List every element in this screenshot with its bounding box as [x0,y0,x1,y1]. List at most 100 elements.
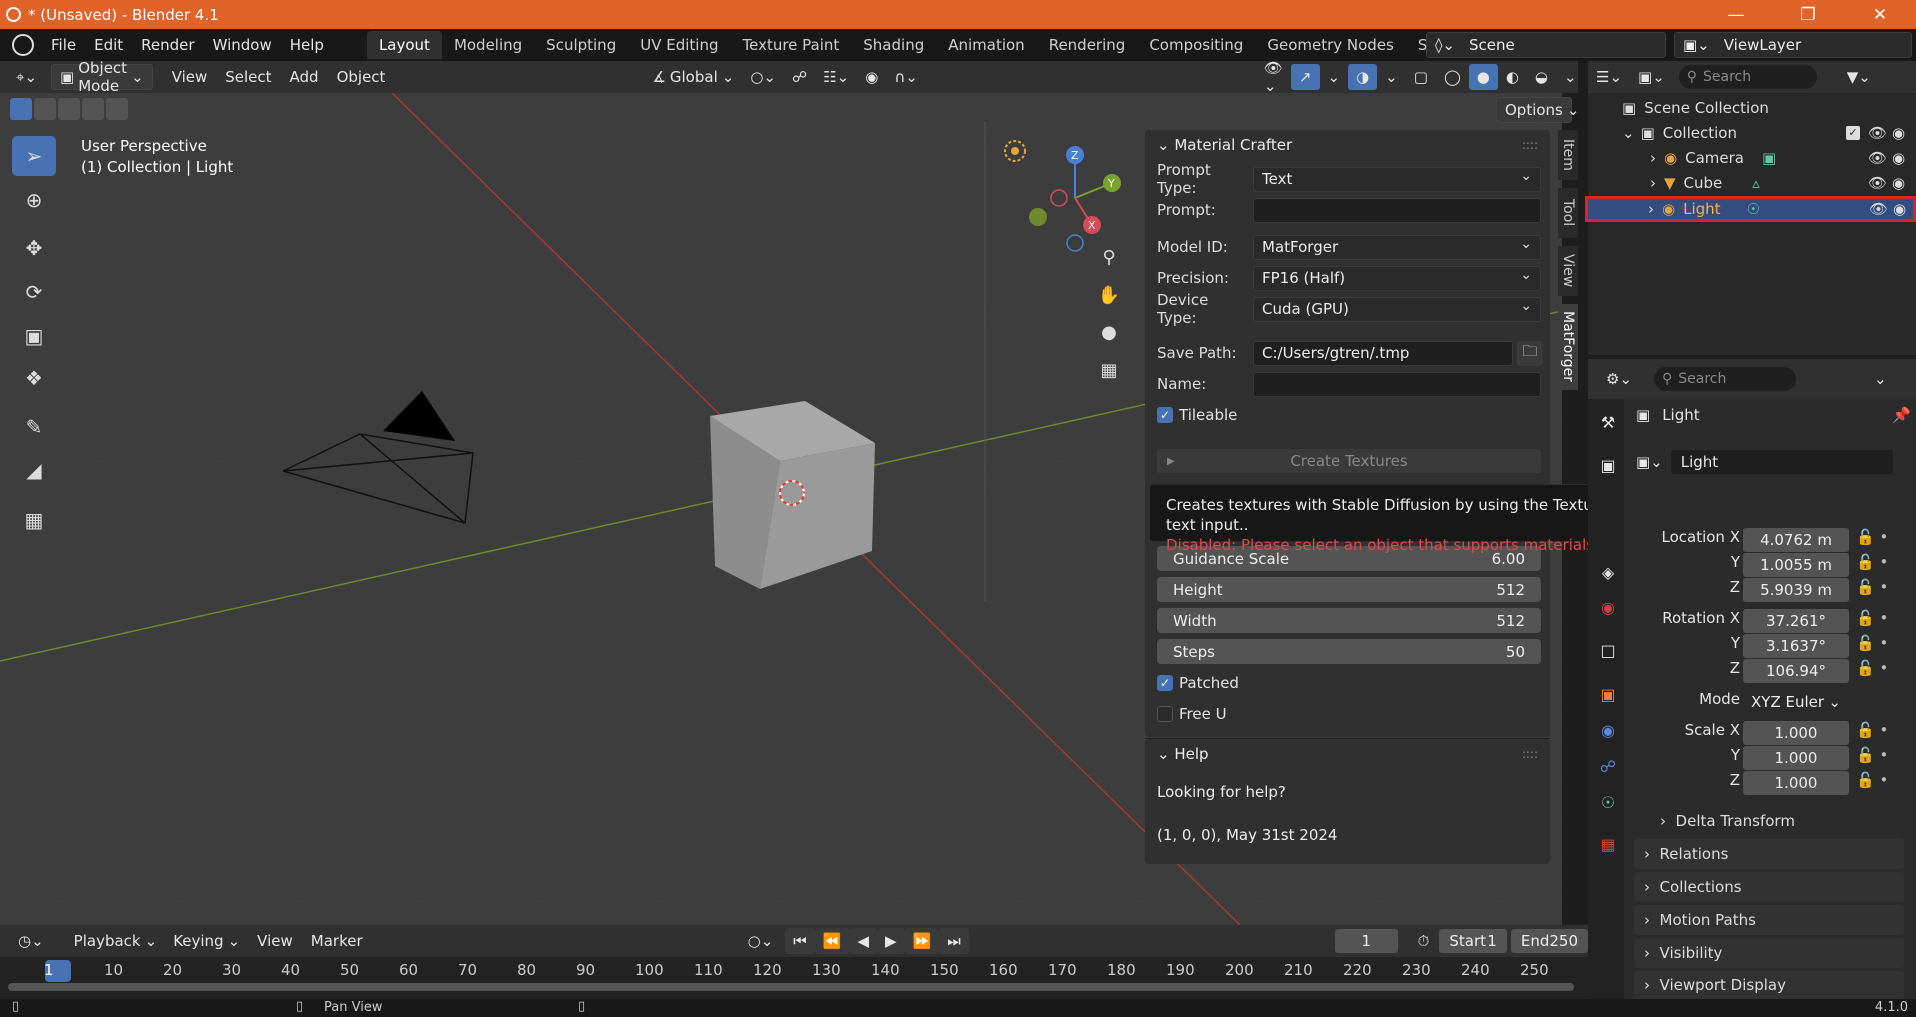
object-properties-icon[interactable]: ▣ [1598,684,1618,704]
filter-icon[interactable]: ▼⌄ [1839,64,1879,90]
render-camera-icon[interactable]: ◉ [1892,149,1905,167]
precision-dropdown[interactable]: FP16 (Half) [1253,265,1541,291]
visibility-eye-icon[interactable]: 👁 [1868,174,1887,192]
outliner-item-light[interactable]: › ◉ Light ☉ 👁 ◉ [1585,196,1916,222]
tab-modeling[interactable]: Modeling [442,31,534,59]
playback-menu[interactable]: Playback ⌄ [66,928,166,954]
outliner-display-mode-icon[interactable]: ▣⌄ [1630,64,1673,90]
save-path-input[interactable]: C:/Users/gtren/.tmp [1253,340,1513,366]
scene-properties-icon[interactable]: ◈ [1598,562,1618,582]
stopwatch-icon[interactable]: ⏱ [1418,932,1430,950]
gizmo-dropdown-icon[interactable]: ⌄ [1320,64,1349,90]
render-camera-icon[interactable]: ◉ [1892,124,1905,142]
tab-animation[interactable]: Animation [936,31,1036,59]
tab-sculpting[interactable]: Sculpting [534,31,628,59]
folder-browse-icon[interactable]: 🗀 [1517,340,1543,366]
snap-target-icon[interactable]: ☷⌄ [815,64,857,90]
add-cube-tool-icon[interactable]: ▦ [12,500,56,540]
visibility-eye-icon[interactable]: 👁 [1868,149,1887,167]
scale-y-field[interactable]: 1.000 [1743,746,1849,770]
jump-keyframe-forward-icon[interactable]: ⏩ [904,928,940,954]
viewport-menu-view[interactable]: View [163,68,217,86]
rotate-tool-icon[interactable]: ⟳ [12,272,56,312]
auto-keying-icon[interactable]: ○⌄ [740,928,782,954]
physics-properties-icon[interactable]: ◉ [1598,720,1618,740]
scale-z-field[interactable]: 1.000 [1743,771,1849,795]
tab-uv-editing[interactable]: UV Editing [628,31,730,59]
name-input[interactable] [1253,371,1541,397]
menu-edit[interactable]: Edit [85,36,132,54]
start-frame-field[interactable]: Start 1 [1439,929,1507,953]
tab-shading[interactable]: Shading [851,31,936,59]
tab-texture-paint[interactable]: Texture Paint [730,31,851,59]
timeline-scrollbar[interactable] [8,983,1574,991]
transform-tool-icon[interactable]: ❖ [12,358,56,398]
delta-transform-section[interactable]: › Delta Transform [1650,806,1904,836]
viewport-menu-add[interactable]: Add [281,68,328,86]
drag-handle-icon[interactable]: :::: [1522,747,1538,761]
menu-help[interactable]: Help [281,36,333,54]
camera-view-icon[interactable]: ● [1093,316,1125,348]
visibility-dropdown-icon[interactable]: 👁⌄ [1256,59,1291,95]
overlay-dropdown-icon[interactable]: ⌄ [1377,64,1406,90]
help-header[interactable]: ⌄ Help [1157,745,1209,763]
rotation-lock-icons[interactable]: 🔓 • [1856,634,1888,652]
prompt-input[interactable] [1253,197,1541,223]
pivot-point-icon[interactable]: ○⌄ [742,64,784,90]
world-properties-icon[interactable]: ◉ [1598,597,1618,617]
viewport-display-section[interactable]: › Viewport Display [1634,971,1904,999]
location-z-field[interactable]: 5.9039 m [1743,578,1849,602]
play-icon[interactable]: ▶ [877,928,905,954]
datablock-dropdown-icon[interactable]: ▣⌄ [1636,453,1663,471]
location-x-field[interactable]: 4.0762 m [1743,528,1849,552]
location-y-field[interactable]: 1.0055 m [1743,553,1849,577]
snap-toggle-icon[interactable]: ☍ [784,64,815,90]
maximize-button[interactable]: ❐ [1772,0,1844,29]
tab-geometry-nodes[interactable]: Geometry Nodes [1255,31,1406,59]
proportional-edit-icon[interactable]: ◉ [857,64,886,90]
zoom-view-icon[interactable]: ⚲ [1093,241,1125,273]
overlay-toggle-icon[interactable]: ◑ [1348,64,1378,90]
menu-window[interactable]: Window [204,36,281,54]
device-type-dropdown[interactable]: Cuda (GPU) [1253,296,1541,322]
expand-arrow-icon[interactable]: › [1650,174,1656,192]
jump-start-icon[interactable]: ⏮ [785,928,815,954]
location-lock-icons[interactable]: 🔓 • [1856,553,1888,571]
outliner-editor-type-icon[interactable]: ☰⌄ [1588,64,1630,90]
pin-icon[interactable]: 📌 [1892,406,1911,424]
prompt-type-dropdown[interactable]: Text [1253,166,1541,192]
timeline-editor-type-icon[interactable]: ◷⌄ [10,928,52,954]
scale-x-field[interactable]: 1.000 [1743,721,1849,745]
pan-view-icon[interactable]: ✋ [1093,279,1125,311]
sidebar-tab-matforger[interactable]: MatForger [1558,304,1578,390]
relations-section[interactable]: › Relations [1634,839,1904,869]
blender-menu-icon[interactable] [12,34,34,56]
outliner-item-camera[interactable]: › ◉ Camera ▣ 👁 ◉ [1590,146,1916,170]
viewport-menu-object[interactable]: Object [328,68,395,86]
material-shading-icon[interactable]: ◐ [1498,64,1527,90]
mode-dropdown[interactable]: ▣ Object Mode ⌄ [51,59,153,95]
location-lock-icons[interactable]: 🔓 • [1856,528,1888,546]
select-invert-icon[interactable] [82,98,104,120]
rotation-lock-icons[interactable]: 🔓 • [1856,659,1888,677]
menu-file[interactable]: File [42,36,85,54]
steps-slider[interactable]: Steps 50 [1157,639,1541,664]
current-frame-field[interactable]: 1 [1334,929,1398,953]
sidebar-tab-item[interactable]: Item [1558,130,1578,180]
end-frame-field[interactable]: End 250 [1510,929,1588,953]
select-extend-icon[interactable] [34,98,56,120]
outliner-search-field[interactable]: ⚲ Search [1678,65,1817,89]
model-id-dropdown[interactable]: MatForger [1253,234,1541,260]
drag-handle-icon[interactable]: :::: [1522,138,1538,152]
constraints-properties-icon[interactable]: ☍ [1598,756,1618,776]
menu-render[interactable]: Render [132,36,203,54]
collection-checkbox-icon[interactable]: ✓ [1846,126,1860,140]
expand-arrow-icon[interactable]: › [1650,149,1656,167]
collection-properties-icon[interactable]: □ [1598,640,1618,660]
solid-shading-icon[interactable]: ● [1468,64,1498,90]
sidebar-tab-view[interactable]: View [1558,246,1578,296]
visibility-eye-icon[interactable]: 👁 [1869,200,1888,218]
orientation-dropdown[interactable]: ∡ Global ⌄ [644,64,742,90]
annotate-tool-icon[interactable]: ✎ [12,407,56,447]
rotation-lock-icons[interactable]: 🔓 • [1856,609,1888,627]
